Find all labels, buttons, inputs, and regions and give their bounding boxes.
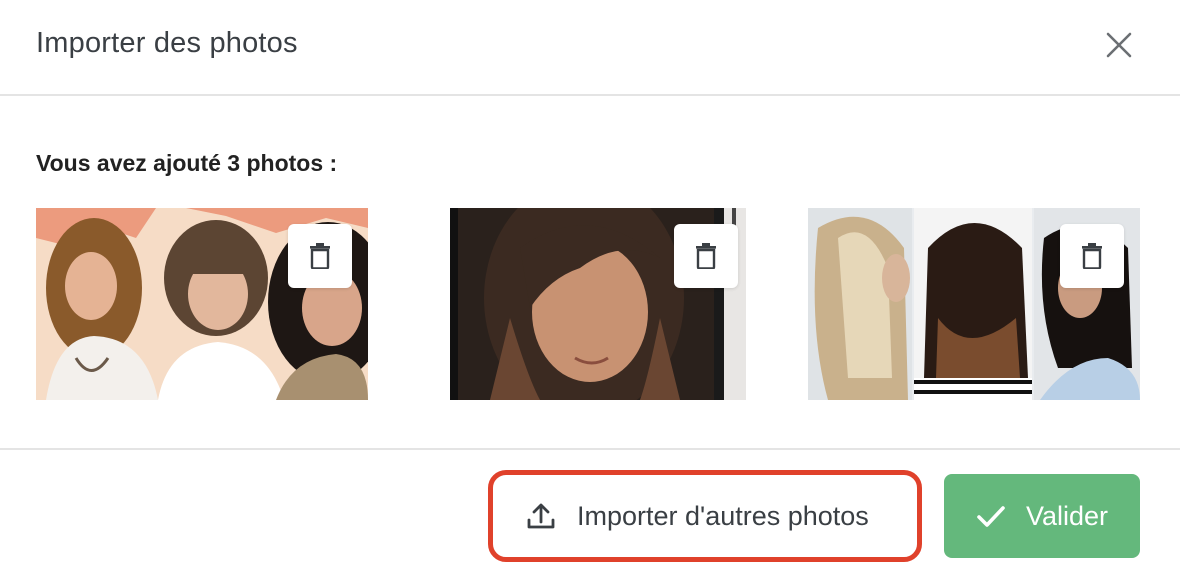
- delete-photo-1-button[interactable]: [288, 224, 352, 288]
- trash-icon: [1082, 243, 1102, 269]
- import-more-photos-inner: Importer d'autres photos: [499, 481, 911, 551]
- dialog-header: Importer des photos: [0, 0, 1180, 96]
- import-more-photos-button[interactable]: Importer d'autres photos: [488, 470, 922, 562]
- photos-count-label: Vous avez ajouté 3 photos :: [36, 150, 338, 176]
- photo-thumbnail-1: [36, 208, 368, 400]
- validate-button[interactable]: Valider: [944, 474, 1140, 558]
- delete-photo-3-button[interactable]: [1060, 224, 1124, 288]
- upload-icon: [527, 503, 555, 529]
- photo-thumbnail-3: [808, 208, 1140, 400]
- check-icon: [977, 506, 1005, 527]
- import-more-photos-label: Importer d'autres photos: [577, 500, 869, 531]
- close-icon: [1106, 32, 1132, 58]
- validate-label: Valider: [1026, 500, 1109, 531]
- footer-divider: [0, 448, 1180, 450]
- dialog-title: Importer des photos: [36, 27, 298, 59]
- close-button[interactable]: [1102, 28, 1136, 62]
- photo-thumbnail-2: [450, 208, 746, 400]
- trash-icon: [310, 243, 330, 269]
- trash-icon: [696, 243, 716, 269]
- delete-photo-2-button[interactable]: [674, 224, 738, 288]
